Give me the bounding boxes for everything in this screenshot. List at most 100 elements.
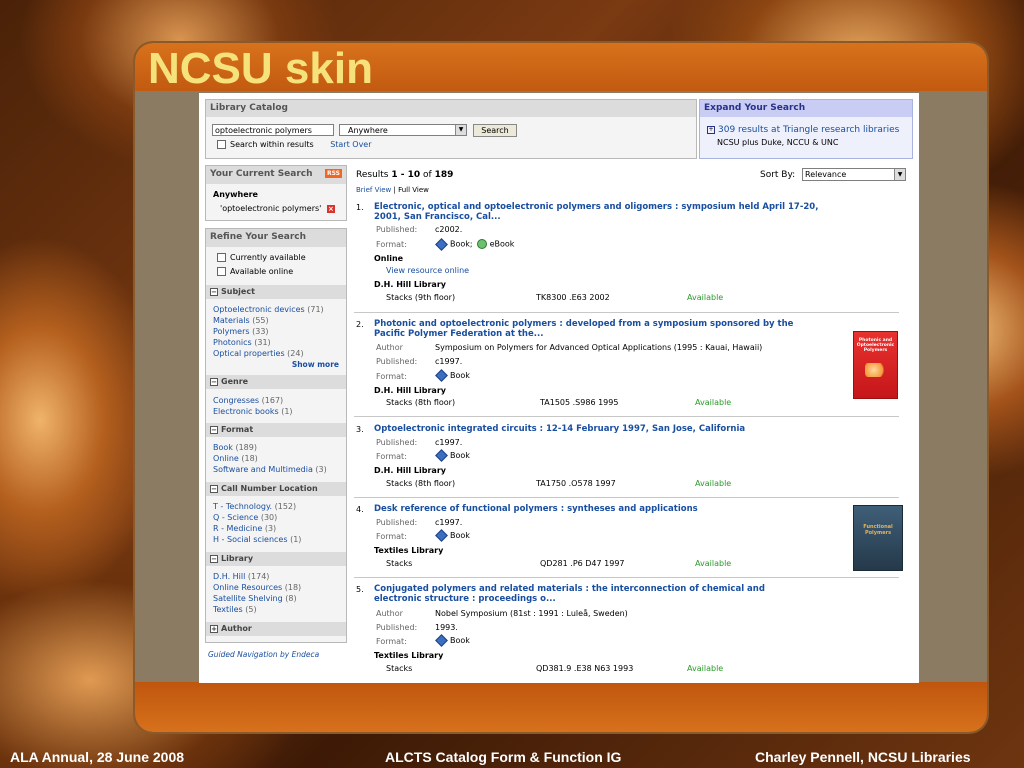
available-online-option: Available online xyxy=(217,267,293,276)
facet-item[interactable]: Optical properties (24) xyxy=(213,349,304,358)
result-divider xyxy=(354,497,899,498)
brief-view-link[interactable]: Brief View xyxy=(356,186,391,194)
facet-author-title: Author xyxy=(221,624,252,633)
facet-item[interactable]: R - Medicine (3) xyxy=(213,524,276,533)
current-search-box: Your Current Search RSS Anywhere 'optoel… xyxy=(205,165,347,221)
scope-select[interactable]: Anywhere ▼ xyxy=(339,124,467,136)
facet-genre-header[interactable]: − Genre xyxy=(206,375,346,389)
current-search-header: Your Current Search RSS xyxy=(206,166,346,184)
facet-genre-title: Genre xyxy=(221,377,249,386)
book-cover-title: Functional Polymers xyxy=(863,524,893,536)
refine-search-header: Refine Your Search xyxy=(206,229,346,247)
result-title-link[interactable]: Optoelectronic integrated circuits : 12-… xyxy=(374,424,745,434)
book-cover-image[interactable]: Photonic and Optoelectronic Polymers xyxy=(853,331,898,399)
author-label: Author xyxy=(376,609,403,618)
expand-icon[interactable]: + xyxy=(210,624,218,633)
expand-icon: + xyxy=(707,125,715,134)
published-label: Published: xyxy=(376,357,418,366)
format-label: Format: xyxy=(376,532,407,541)
search-within-label: Search within results xyxy=(230,140,314,149)
format-label: Format: xyxy=(376,637,407,646)
remove-term-icon[interactable]: × xyxy=(326,204,335,213)
result-title-link[interactable]: Electronic, optical and optoelectronic p… xyxy=(374,202,844,222)
collapse-icon[interactable]: − xyxy=(210,377,218,386)
facet-item[interactable]: Optoelectronic devices (71) xyxy=(213,305,324,314)
facet-call-number-title: Call Number Location xyxy=(221,484,318,493)
book-icon xyxy=(435,237,448,251)
chevron-down-icon[interactable]: ▼ xyxy=(455,125,466,135)
facet-item[interactable]: Q - Science (30) xyxy=(213,513,277,522)
expand-search-box: Expand Your Search +309 results at Trian… xyxy=(699,99,913,159)
call-number: QD381.9 .E38 N63 1993 xyxy=(536,664,634,673)
start-over-link[interactable]: Start Over xyxy=(330,140,371,149)
view-divider: | xyxy=(393,186,396,194)
available-online-checkbox[interactable] xyxy=(217,267,226,276)
facet-item[interactable]: Materials (55) xyxy=(213,316,269,325)
show-more-link[interactable]: Show more xyxy=(292,360,339,369)
published-value: c1997. xyxy=(435,438,463,447)
sort-select[interactable]: Relevance ▼ xyxy=(802,168,906,181)
result-number: 1. xyxy=(356,203,364,212)
facet-item[interactable]: Photonics (31) xyxy=(213,338,271,347)
view-online-link[interactable]: View resource online xyxy=(386,266,469,275)
endeca-credit[interactable]: Guided Navigation by Endeca xyxy=(208,650,319,659)
footer-left: ALA Annual, 28 June 2008 xyxy=(10,749,185,765)
collapse-icon[interactable]: − xyxy=(210,484,218,493)
facet-subject-header[interactable]: − Subject xyxy=(206,285,346,299)
result-title-link[interactable]: Conjugated polymers and related material… xyxy=(374,584,814,604)
facet-item[interactable]: Book (189) xyxy=(213,443,257,452)
location: Stacks xyxy=(386,559,413,568)
format-value: Book xyxy=(435,634,470,647)
format-value: Book xyxy=(435,369,470,382)
facet-item[interactable]: Textiles (5) xyxy=(213,605,257,614)
slide-title: NCSU skin xyxy=(148,44,373,93)
library-name: D.H. Hill Library xyxy=(374,280,446,289)
facet-item[interactable]: T - Technology. (152) xyxy=(213,502,296,511)
chevron-down-icon[interactable]: ▼ xyxy=(894,169,905,180)
rss-icon[interactable]: RSS xyxy=(325,169,342,178)
facet-item[interactable]: H - Social sciences (1) xyxy=(213,535,301,544)
search-within-checkbox[interactable] xyxy=(217,140,226,149)
result-title-link[interactable]: Desk reference of functional polymers : … xyxy=(374,504,698,514)
result-number: 4. xyxy=(356,505,364,514)
facet-author-header[interactable]: + Author xyxy=(206,622,346,636)
location: Stacks (9th floor) xyxy=(386,293,456,302)
published-label: Published: xyxy=(376,623,418,632)
full-view-label: Full View xyxy=(398,186,429,194)
currently-available-checkbox[interactable] xyxy=(217,253,226,262)
published-label: Published: xyxy=(376,438,418,447)
collapse-icon[interactable]: − xyxy=(210,554,218,563)
author-value: Symposium on Polymers for Advanced Optic… xyxy=(435,343,763,352)
search-button[interactable]: Search xyxy=(473,124,517,137)
collapse-icon[interactable]: − xyxy=(210,287,218,296)
available-online-label: Available online xyxy=(230,267,294,276)
status-available: Available xyxy=(695,479,732,488)
book-cover-image[interactable]: Functional Polymers xyxy=(853,505,903,571)
library-catalog-box: Library Catalog optoelectronic polymers … xyxy=(205,99,697,159)
triangle-results-link[interactable]: 309 results at Triangle research librari… xyxy=(718,125,899,135)
facet-call-number-header[interactable]: − Call Number Location xyxy=(206,482,346,496)
library-name: Textiles Library xyxy=(374,546,444,555)
expand-search-row: +309 results at Triangle research librar… xyxy=(707,125,899,135)
facet-library-header[interactable]: − Library xyxy=(206,552,346,566)
library-catalog-header: Library Catalog xyxy=(206,100,696,117)
facet-item[interactable]: D.H. Hill (174) xyxy=(213,572,269,581)
published-value: 1993. xyxy=(435,623,458,632)
facet-item[interactable]: Congresses (167) xyxy=(213,396,283,405)
facet-item[interactable]: Online Resources (18) xyxy=(213,583,301,592)
collapse-icon[interactable]: − xyxy=(210,425,218,434)
facet-item[interactable]: Satellite Shelving (8) xyxy=(213,594,297,603)
facet-format-header[interactable]: − Format xyxy=(206,423,346,437)
facet-subject-title: Subject xyxy=(221,287,255,296)
call-number: TA1505 .S986 1995 xyxy=(540,398,619,407)
result-title-link[interactable]: Photonic and optoelectronic polymers : d… xyxy=(374,319,824,339)
facet-item[interactable]: Electronic books (1) xyxy=(213,407,293,416)
facet-item[interactable]: Polymers (33) xyxy=(213,327,269,336)
currently-available-option: Currently available xyxy=(217,253,306,262)
search-input[interactable]: optoelectronic polymers xyxy=(212,124,334,136)
result-number: 5. xyxy=(356,585,364,594)
facet-item[interactable]: Online (18) xyxy=(213,454,258,463)
facet-item[interactable]: Software and Multimedia (3) xyxy=(213,465,327,474)
call-number: TA1750 .O578 1997 xyxy=(536,479,616,488)
call-number: TK8300 .E63 2002 xyxy=(536,293,610,302)
